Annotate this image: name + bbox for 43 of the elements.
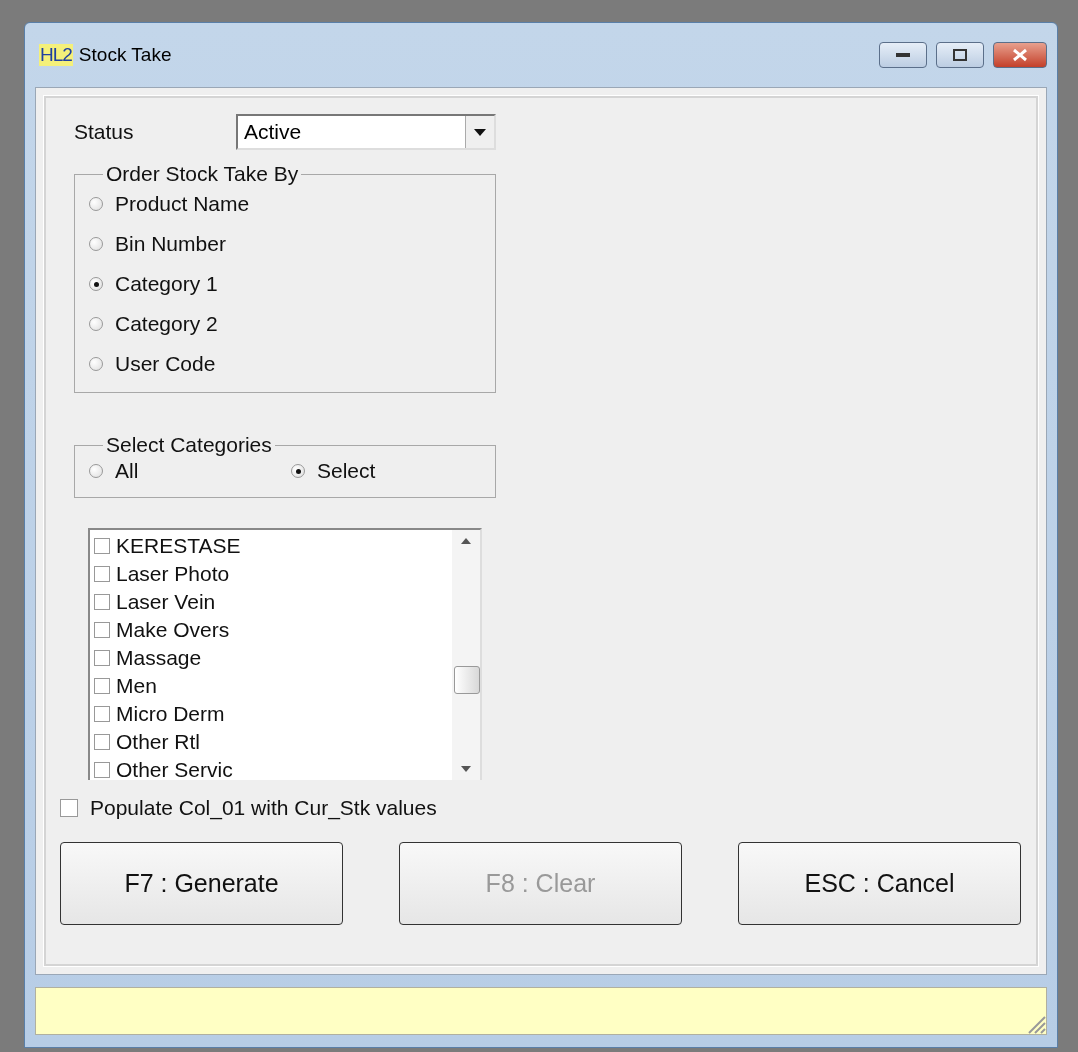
- category-item[interactable]: Laser Photo: [90, 560, 452, 588]
- category-item[interactable]: Men: [90, 672, 452, 700]
- restore-icon: [953, 49, 967, 61]
- close-button[interactable]: [993, 42, 1047, 68]
- radio-label[interactable]: Bin Number: [115, 232, 226, 256]
- minimize-button[interactable]: [879, 42, 927, 68]
- category-item[interactable]: Laser Vein: [90, 588, 452, 616]
- category-item[interactable]: KERESTASE: [90, 532, 452, 560]
- radio-label[interactable]: User Code: [115, 352, 216, 376]
- category-item[interactable]: Other Rtl: [90, 728, 452, 756]
- dropdown-arrow-icon[interactable]: [474, 128, 486, 136]
- window-title: Stock Take: [78, 44, 173, 66]
- radio-label[interactable]: Category 2: [115, 312, 218, 336]
- category-item[interactable]: Other Servic: [90, 756, 452, 780]
- group-title: Order Stock Take By: [105, 162, 300, 186]
- populate-checkbox[interactable]: Populate Col_01 with Cur_Stk values: [60, 796, 1036, 820]
- app-logo: HL2: [39, 44, 73, 66]
- radio-button[interactable]: [89, 237, 103, 251]
- scroll-down-arrow-icon[interactable]: [461, 766, 471, 772]
- action-button[interactable]: ESC : Cancel: [738, 842, 1021, 925]
- close-icon: [1012, 48, 1028, 62]
- minimize-icon: [896, 53, 910, 57]
- radio-button[interactable]: [89, 277, 103, 291]
- category-item[interactable]: Make Overs: [90, 616, 452, 644]
- status-label: Status: [74, 120, 135, 144]
- radio-label[interactable]: Category 1: [115, 272, 218, 296]
- radio-button[interactable]: [89, 357, 103, 371]
- radio-label[interactable]: Product Name: [115, 192, 250, 216]
- action-button[interactable]: F7 : Generate: [60, 842, 343, 925]
- radio-button[interactable]: [291, 464, 305, 478]
- radio-button[interactable]: [89, 464, 103, 478]
- status-dropdown[interactable]: Active: [236, 114, 496, 150]
- radio-button[interactable]: [89, 317, 103, 331]
- category-item[interactable]: Massage: [90, 644, 452, 672]
- scroll-thumb[interactable]: [454, 666, 480, 694]
- group-title: Select Categories: [105, 433, 273, 457]
- restore-button[interactable]: [936, 42, 984, 68]
- scroll-up-arrow-icon[interactable]: [461, 538, 471, 544]
- scroll-bar[interactable]: [452, 530, 480, 780]
- radio-label[interactable]: All: [115, 459, 139, 483]
- radio-label[interactable]: Select: [317, 459, 376, 483]
- radio-button[interactable]: [89, 197, 103, 211]
- category-item[interactable]: Micro Derm: [90, 700, 452, 728]
